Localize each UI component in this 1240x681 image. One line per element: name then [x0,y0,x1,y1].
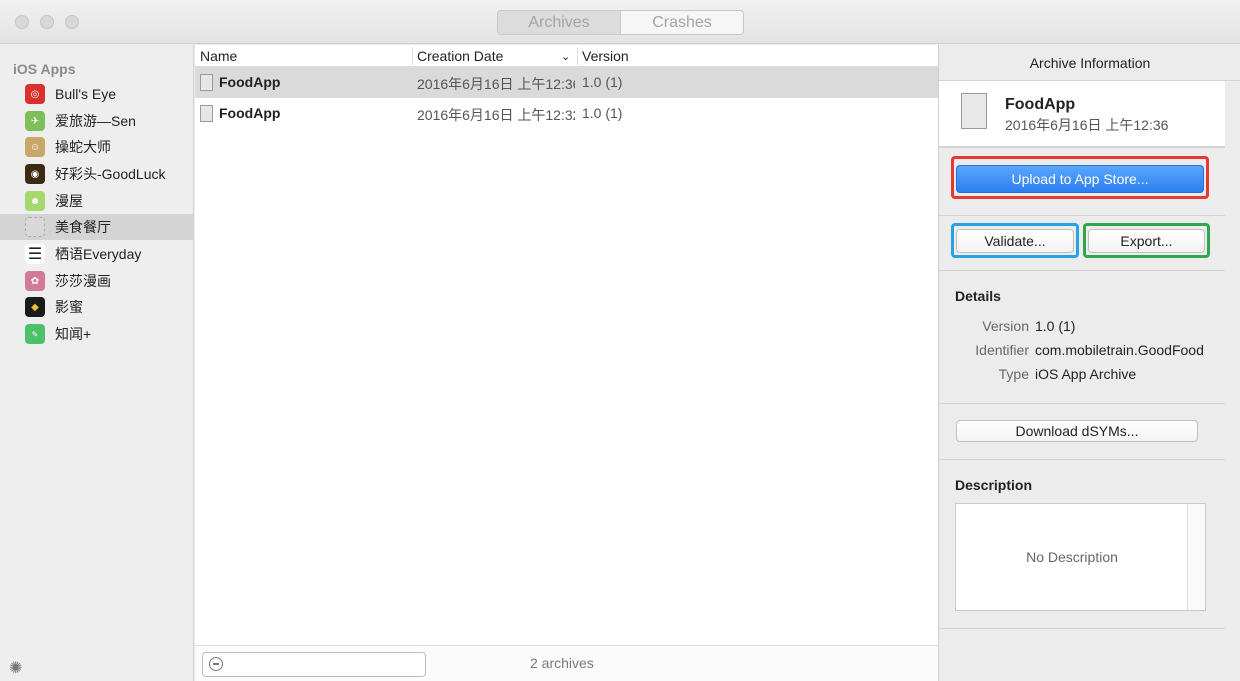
sidebar-item-goodluck[interactable]: ◉ 好彩头-GoodLuck [0,161,194,187]
sidebar-item-label: 爱旅游—Sen [55,113,136,129]
qiyu-icon: ☰ [25,244,45,264]
sidebar-item-comic[interactable]: ✿ 莎莎漫画 [0,268,194,294]
divider [939,403,1225,404]
zhiwen-icon: ✎ [25,324,45,344]
sort-chevron-down-icon: ⌄ [561,51,571,63]
sidebar-item-manwu[interactable]: ☻ 漫屋 [0,188,194,214]
sidebar-item-label: 莎莎漫画 [55,273,111,289]
upload-to-app-store-button[interactable]: Upload to App Store... [956,165,1204,193]
tab-crashes[interactable]: Crashes [621,11,743,34]
column-separator[interactable] [577,47,578,65]
archive-date: 2016年6月16日 上午12:36 [1005,117,1169,133]
sidebar-item-label: 栖语Everyday [55,246,142,262]
filter-input[interactable] [202,652,426,677]
row-version: 1.0 (1) [582,105,623,121]
inspector-panel: Archive Information FoodApp 2016年6月16日 上… [938,45,1240,681]
archive-count: 2 archives [530,655,594,671]
description-scrollbar[interactable] [1187,504,1205,610]
table-row[interactable]: FoodApp 2016年6月16日 上午12:32 1.0 (1) [195,98,938,129]
sidebar-item-qiyu[interactable]: ☰ 栖语Everyday [0,241,194,267]
sidebar-item-label: 漫屋 [55,193,83,209]
filter-icon [209,657,223,671]
column-header-name[interactable]: Name [200,48,237,64]
archive-document-icon [200,105,213,122]
export-button[interactable]: Export... [1088,229,1205,253]
bullseye-icon: ◎ [25,84,45,104]
archive-name: FoodApp [1005,96,1076,113]
divider [939,270,1225,271]
travel-icon: ✈ [25,111,45,131]
sidebar-item-label: 好彩头-GoodLuck [55,166,166,182]
divider [939,628,1225,629]
sidebar-item-travel[interactable]: ✈ 爱旅游—Sen [0,108,194,134]
snake-icon: ☺ [25,137,45,157]
archive-document-icon [961,93,987,129]
detail-identifier-value: com.mobiletrain.GoodFood [1035,342,1204,358]
sidebar-item-snake[interactable]: ☺ 操蛇大师 [0,134,194,160]
list-header: Name Creation Date ⌄ Version [195,45,938,67]
description-heading: Description [955,477,1033,493]
sidebar-item-label: 知闻+ [55,326,92,342]
sidebar-item-label: 操蛇大师 [55,139,111,155]
luck-icon: ◉ [25,164,45,184]
download-dsyms-button[interactable]: Download dSYMs... [956,420,1198,442]
close-window-icon[interactable] [15,15,29,29]
title-bar: Archives Crashes [0,0,1240,44]
row-date: 2016年6月16日 上午12:32 [417,107,575,123]
column-header-version[interactable]: Version [582,48,629,64]
manwu-icon: ☻ [25,191,45,211]
row-date: 2016年6月16日 上午12:36 [417,76,575,92]
sidebar: iOS Apps ◎ Bull's Eye ✈ 爱旅游—Sen ☺ 操蛇大师 ◉… [0,45,194,681]
inspector-title: Archive Information [939,45,1240,81]
row-name: FoodApp [219,105,281,121]
table-row[interactable]: FoodApp 2016年6月16日 上午12:36 1.0 (1) [195,67,938,98]
sidebar-item-label: 美食餐厅 [55,219,111,235]
comic-icon: ✿ [25,271,45,291]
archive-summary: FoodApp 2016年6月16日 上午12:36 [939,81,1225,147]
column-header-date[interactable]: Creation Date [417,48,503,64]
validate-button[interactable]: Validate... [956,229,1074,253]
sidebar-item-label: Bull's Eye [55,86,117,102]
description-textarea[interactable]: No Description [955,503,1206,611]
detail-version-value: 1.0 (1) [1035,318,1076,334]
sidebar-item-yingmi[interactable]: ◆ 影蜜 [0,294,194,320]
tab-archives[interactable]: Archives [498,11,621,34]
sidebar-item-label: 影蜜 [55,299,83,315]
loading-spinner-icon: ✺ [9,660,23,677]
batman-icon: ◆ [25,297,45,317]
sidebar-item-food[interactable]: 美食餐厅 [0,214,194,240]
archive-list: Name Creation Date ⌄ Version FoodApp 201… [195,45,938,681]
description-placeholder: No Description [1026,549,1118,565]
divider [939,147,1225,148]
divider [939,215,1225,216]
column-separator[interactable] [412,47,413,65]
zoom-window-icon[interactable] [65,15,79,29]
details-heading: Details [955,288,1001,304]
list-footer: 2 archives [195,645,938,681]
sidebar-item-bulls-eye[interactable]: ◎ Bull's Eye [0,81,194,107]
view-segmented-control: Archives Crashes [497,10,744,35]
row-name: FoodApp [219,74,281,90]
divider [939,459,1225,460]
detail-type-value: iOS App Archive [1035,366,1137,382]
sidebar-item-zhiwen[interactable]: ✎ 知闻+ [0,321,194,347]
minimize-window-icon[interactable] [40,15,54,29]
archive-document-icon [200,74,213,91]
sidebar-heading: iOS Apps [13,61,76,77]
row-version: 1.0 (1) [582,74,623,90]
food-icon [25,217,45,237]
